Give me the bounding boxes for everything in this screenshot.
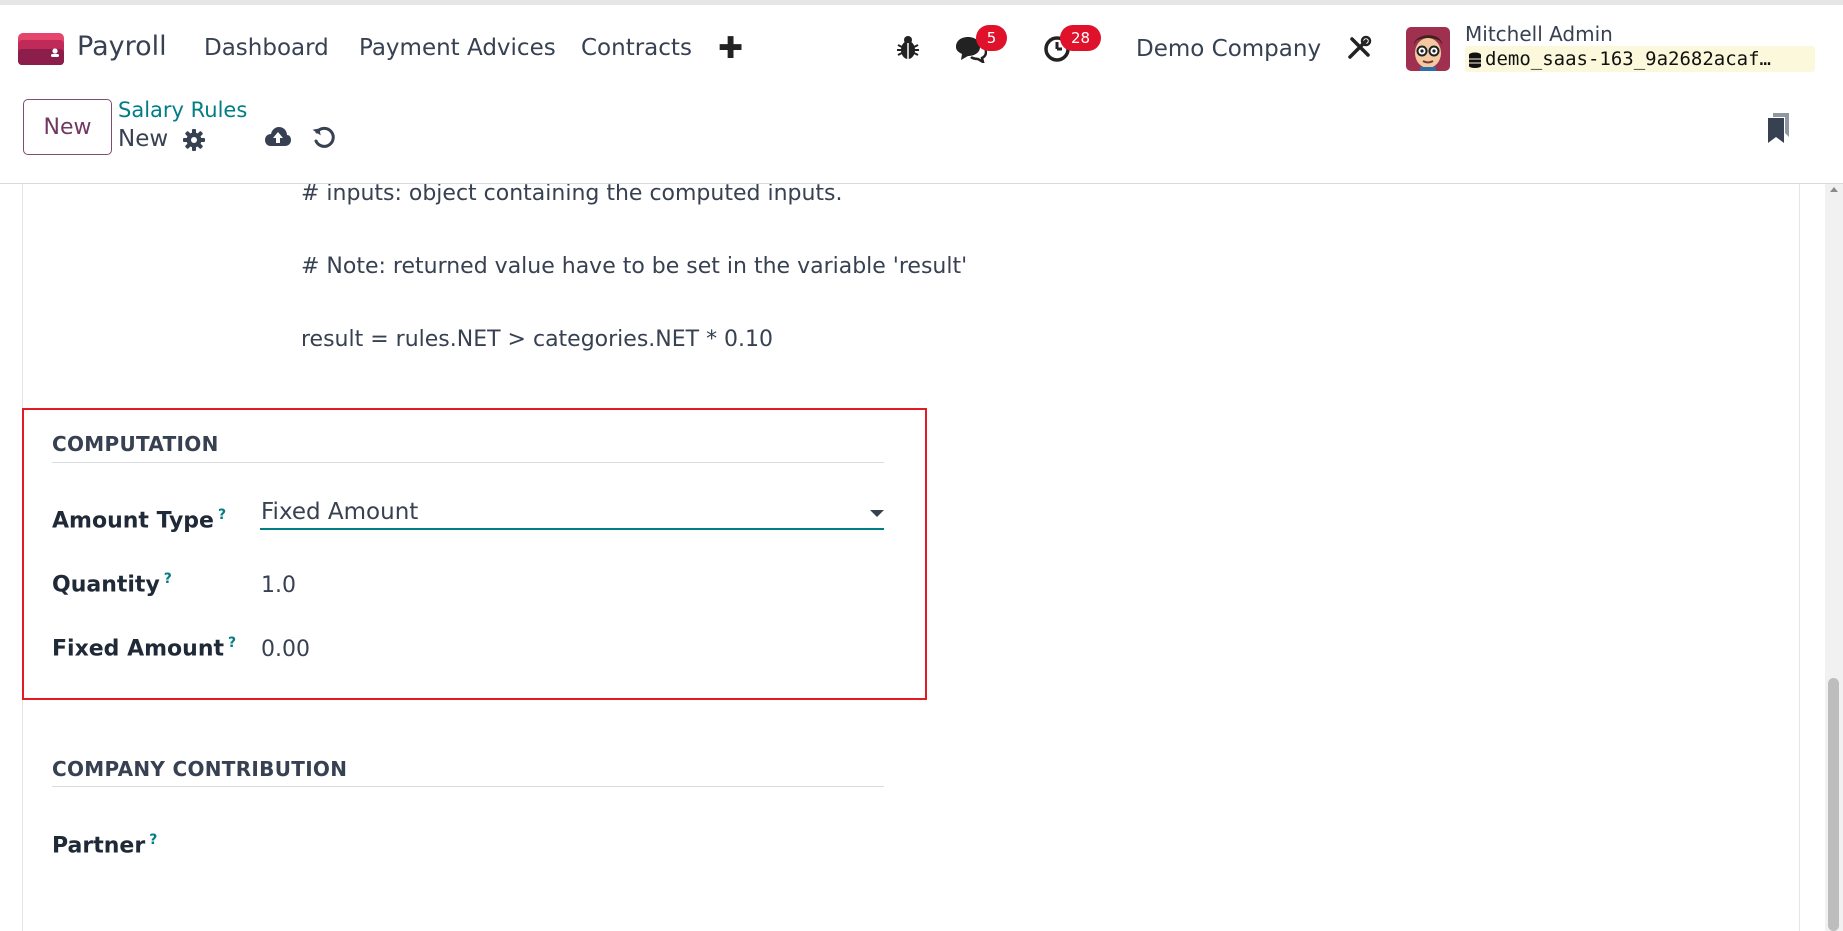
breadcrumb-current: New: [118, 126, 169, 152]
amount-type-help[interactable]: ?: [218, 507, 226, 523]
fixed-amount-field[interactable]: 0.00: [261, 637, 310, 662]
quantity-field[interactable]: 1.0: [261, 573, 296, 598]
caret-down-icon[interactable]: [870, 510, 884, 517]
menu-payment-advices[interactable]: Payment Advices: [359, 35, 556, 61]
code-comment-inputs: # inputs: object containing the computed…: [301, 184, 843, 206]
code-result-line: result = rules.NET > categories.NET * 0.…: [301, 327, 774, 352]
computation-title: COMPUTATION: [52, 432, 219, 456]
amount-type-select[interactable]: Fixed Amount: [260, 498, 884, 530]
partner-help[interactable]: ?: [149, 832, 157, 848]
avatar[interactable]: [1406, 27, 1450, 71]
company-switcher[interactable]: Demo Company: [1136, 36, 1321, 62]
company-contribution-title: COMPANY CONTRIBUTION: [52, 757, 348, 781]
activities-badge: 28: [1060, 25, 1101, 51]
bug-icon[interactable]: [896, 35, 920, 61]
cloud-upload-icon[interactable]: [264, 126, 292, 148]
quantity-label: Quantity?: [52, 571, 172, 597]
database-name: demo_saas-163_9a2682acaf…: [1465, 46, 1815, 72]
control-panel: New Salary Rules New: [0, 83, 1843, 184]
top-navbar: Payroll Dashboard Payment Advices Contra…: [0, 0, 1843, 83]
app-name[interactable]: Payroll: [77, 31, 167, 62]
amount-type-label-text: Amount Type: [52, 508, 214, 534]
amount-type-label: Amount Type?: [52, 507, 226, 533]
plus-icon[interactable]: ✚: [718, 31, 743, 66]
quantity-label-text: Quantity: [52, 572, 160, 598]
fixed-amount-label-text: Fixed Amount: [52, 636, 224, 662]
menu-dashboard[interactable]: Dashboard: [204, 35, 329, 61]
computation-divider: [52, 462, 884, 463]
form-view: # inputs: object containing the computed…: [0, 184, 1843, 931]
messages-badge: 5: [976, 25, 1007, 51]
menu-contracts[interactable]: Contracts: [581, 35, 692, 61]
database-label: demo_saas-163_9a2682acaf…: [1485, 48, 1771, 70]
user-name[interactable]: Mitchell Admin: [1465, 22, 1613, 46]
amount-type-value: Fixed Amount: [261, 499, 419, 525]
fixed-amount-label: Fixed Amount?: [52, 635, 236, 661]
scrollbar-thumb[interactable]: [1828, 678, 1839, 931]
code-comment-note: # Note: returned value have to be set in…: [301, 254, 968, 279]
bookmark-icon[interactable]: [1767, 113, 1791, 143]
fixed-amount-help[interactable]: ?: [228, 635, 236, 651]
database-icon: [1469, 52, 1481, 68]
undo-icon[interactable]: [312, 126, 336, 150]
quantity-help[interactable]: ?: [164, 571, 172, 587]
tools-icon[interactable]: [1346, 35, 1372, 61]
new-button[interactable]: New: [23, 99, 112, 155]
company-contribution-divider: [52, 786, 884, 787]
breadcrumb-salary-rules[interactable]: Salary Rules: [118, 98, 247, 122]
partner-label: Partner?: [52, 832, 157, 858]
payroll-app-icon[interactable]: [18, 33, 64, 65]
page-scrollbar[interactable]: [1825, 184, 1843, 931]
partner-label-text: Partner: [52, 833, 146, 859]
scroll-up-arrow-icon[interactable]: [1830, 187, 1838, 192]
gear-icon[interactable]: [183, 129, 205, 151]
